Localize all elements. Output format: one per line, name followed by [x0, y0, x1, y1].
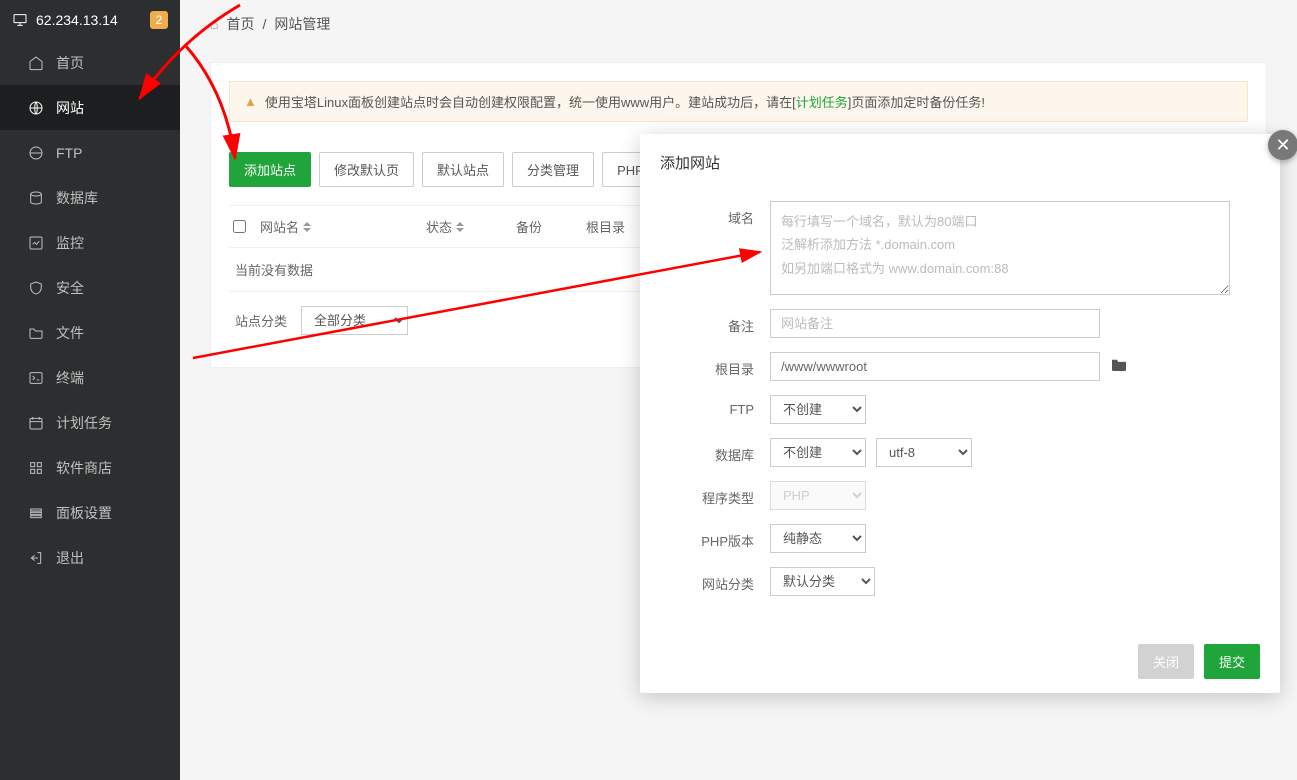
- sidebar-item-logout[interactable]: 退出: [0, 535, 180, 580]
- sidebar-item-monitor[interactable]: 监控: [0, 220, 180, 265]
- sidebar-item-files[interactable]: 文件: [0, 310, 180, 355]
- label-domain: 域名: [680, 201, 770, 227]
- label-db: 数据库: [680, 438, 770, 464]
- select-all-checkbox[interactable]: [233, 220, 246, 233]
- alert-link[interactable]: 计划任务: [796, 95, 848, 110]
- sort-icon: [456, 220, 464, 234]
- home-icon: [28, 55, 44, 71]
- sidebar-item-settings[interactable]: 面板设置: [0, 490, 180, 535]
- label-sitecat: 网站分类: [680, 567, 770, 593]
- modal-title: 添加网站: [640, 134, 1280, 191]
- label-phpv: PHP版本: [680, 524, 770, 550]
- folder-picker-icon[interactable]: [1110, 357, 1128, 376]
- label-note: 备注: [680, 309, 770, 335]
- breadcrumb-current: 网站管理: [274, 14, 330, 34]
- modal-submit-button[interactable]: 提交: [1204, 644, 1260, 679]
- default-site-button[interactable]: 默认站点: [422, 152, 504, 187]
- category-manage-button[interactable]: 分类管理: [512, 152, 594, 187]
- charset-select[interactable]: utf-8: [876, 438, 972, 467]
- grid-icon: [28, 460, 44, 476]
- notification-badge[interactable]: 2: [150, 11, 168, 29]
- root-input[interactable]: [770, 352, 1100, 381]
- col-name[interactable]: 网站名: [256, 217, 426, 236]
- globe-icon: [28, 145, 44, 161]
- terminal-icon: [28, 370, 44, 386]
- server-ip: 62.234.13.14: [36, 12, 118, 28]
- sidebar-item-label: 计划任务: [56, 413, 112, 433]
- default-page-button[interactable]: 修改默认页: [319, 152, 414, 187]
- sidebar-item-website[interactable]: 网站: [0, 85, 180, 130]
- ftp-select[interactable]: 不创建: [770, 395, 866, 424]
- alert-banner: ▲ 使用宝塔Linux面板创建站点时会自动创建权限配置，统一使用www用户。建站…: [229, 81, 1248, 122]
- breadcrumb-sep: /: [262, 16, 266, 32]
- sidebar-item-label: 首页: [56, 53, 84, 73]
- col-backup: 备份: [516, 217, 586, 236]
- close-icon[interactable]: ✕: [1268, 130, 1297, 160]
- sidebar-item-label: 网站: [56, 98, 84, 118]
- label-ftp: FTP: [680, 395, 770, 417]
- sidebar-item-label: FTP: [56, 145, 82, 161]
- col-status[interactable]: 状态: [426, 217, 516, 236]
- sidebar-item-terminal[interactable]: 终端: [0, 355, 180, 400]
- db-select[interactable]: 不创建: [770, 438, 866, 467]
- filter-label: 站点分类: [235, 311, 287, 330]
- sidebar-item-ftp[interactable]: FTP: [0, 130, 180, 175]
- clock-icon: [28, 415, 44, 431]
- warning-icon: ▲: [244, 94, 257, 109]
- add-site-modal: ✕ 添加网站 域名 备注 根目录 FTP 不创建 数据库 不创建 utf-8: [640, 134, 1280, 693]
- sidebar-item-database[interactable]: 数据库: [0, 175, 180, 220]
- folder-icon: [28, 325, 44, 341]
- settings-icon: [28, 505, 44, 521]
- sidebar-item-label: 终端: [56, 368, 84, 388]
- database-icon: [28, 190, 44, 206]
- monitor-icon: [12, 12, 28, 28]
- sidebar-item-appstore[interactable]: 软件商店: [0, 445, 180, 490]
- php-version-select[interactable]: 纯静态: [770, 524, 866, 553]
- modal-footer: 关闭 提交: [640, 630, 1280, 693]
- label-ptype: 程序类型: [680, 481, 770, 507]
- alert-text: 使用宝塔Linux面板创建站点时会自动创建权限配置，统一使用www用户。建站成功…: [265, 92, 985, 111]
- sidebar-item-label: 面板设置: [56, 503, 112, 523]
- add-site-button[interactable]: 添加站点: [229, 152, 311, 187]
- logout-icon: [28, 550, 44, 566]
- note-input[interactable]: [770, 309, 1100, 338]
- modal-body: 域名 备注 根目录 FTP 不创建 数据库 不创建 utf-8 程: [640, 191, 1280, 630]
- sidebar-item-security[interactable]: 安全: [0, 265, 180, 310]
- sidebar-item-cron[interactable]: 计划任务: [0, 400, 180, 445]
- shield-icon: [28, 280, 44, 296]
- sidebar-item-home[interactable]: 首页: [0, 40, 180, 85]
- program-type-select: PHP: [770, 481, 866, 510]
- filter-select[interactable]: 全部分类: [301, 306, 408, 335]
- modal-close-button[interactable]: 关闭: [1138, 644, 1194, 679]
- globe-icon: [28, 100, 44, 116]
- label-root: 根目录: [680, 352, 770, 378]
- sidebar-item-label: 安全: [56, 278, 84, 298]
- site-category-select[interactable]: 默认分类: [770, 567, 875, 596]
- chart-icon: [28, 235, 44, 251]
- sidebar-item-label: 退出: [56, 548, 84, 568]
- sidebar-header: 62.234.13.14 2: [0, 0, 180, 40]
- sidebar-item-label: 文件: [56, 323, 84, 343]
- sidebar-item-label: 监控: [56, 233, 84, 253]
- home-icon: ⌂: [210, 16, 218, 32]
- breadcrumb-home[interactable]: 首页: [226, 14, 254, 34]
- breadcrumb: ⌂ 首页 / 网站管理: [180, 0, 1297, 42]
- sidebar-item-label: 数据库: [56, 188, 98, 208]
- sidebar: 62.234.13.14 2 首页 网站 FTP 数据库 监控 安全 文件 终端…: [0, 0, 180, 780]
- domain-textarea[interactable]: [770, 201, 1230, 295]
- sidebar-item-label: 软件商店: [56, 458, 112, 478]
- sort-icon: [303, 220, 311, 234]
